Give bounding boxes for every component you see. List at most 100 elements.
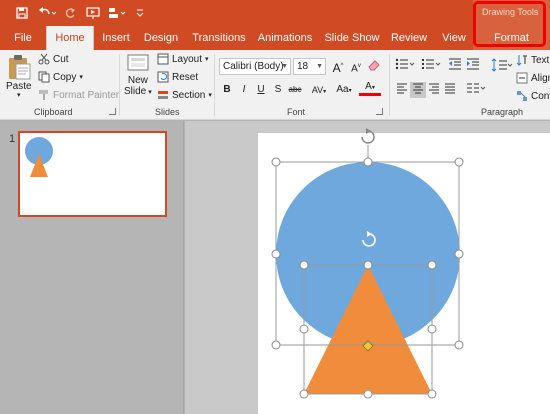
chevron-down-icon: ▾: [348, 88, 352, 94]
copy-button[interactable]: Copy ▾: [38, 71, 83, 83]
format-painter-button[interactable]: Format Painter: [38, 89, 119, 101]
font-size-value: 18: [297, 61, 309, 72]
align-center-icon: [413, 83, 423, 94]
text-direction-button[interactable]: Text: [516, 54, 549, 66]
align-text-icon: [516, 72, 528, 84]
justify-icon: [445, 83, 455, 94]
chevron-down-icon: ▾: [371, 85, 375, 91]
font-color-label: A: [365, 81, 372, 92]
font-name-combo[interactable]: Calibri (Body) ▼: [219, 58, 291, 75]
align-right-button[interactable]: [426, 82, 442, 98]
chevron-down-icon: ▾: [323, 89, 327, 95]
align-text-label: Align: [531, 72, 550, 84]
cut-label: Cut: [53, 53, 69, 65]
font-name-value: Calibri (Body): [223, 61, 284, 72]
justify-button[interactable]: [442, 82, 458, 98]
cut-button[interactable]: Cut: [38, 53, 69, 65]
decrease-indent-button[interactable]: [447, 58, 463, 74]
columns-icon: [467, 83, 486, 93]
strikethrough-button[interactable]: abc: [285, 82, 305, 98]
character-spacing-button[interactable]: AV▾: [306, 82, 332, 98]
underline-button[interactable]: U: [253, 82, 269, 98]
clipboard-launcher-icon[interactable]: [109, 108, 116, 115]
font-size-combo[interactable]: 18 ▼: [293, 58, 326, 75]
tab-file[interactable]: File: [6, 26, 40, 50]
convert-smartart-button[interactable]: Conv: [516, 90, 550, 102]
undo-icon[interactable]: [36, 3, 58, 23]
layout-icon: [157, 53, 169, 65]
tab-insert[interactable]: Insert: [97, 26, 135, 50]
smartart-icon: [517, 91, 527, 101]
align-left-icon: [397, 83, 407, 94]
shrink-font-button[interactable]: Av: [348, 58, 364, 74]
tab-review[interactable]: Review: [389, 26, 429, 50]
align-center-button[interactable]: [410, 82, 426, 98]
tab-animations[interactable]: Animations: [256, 26, 314, 50]
shrink-font-label: A: [351, 63, 358, 75]
tab-design[interactable]: Design: [142, 26, 180, 50]
arrange-icon[interactable]: [106, 3, 128, 23]
new-slide-label-1: New: [127, 75, 148, 86]
increase-indent-icon: [467, 58, 479, 70]
group-separator: [214, 54, 215, 116]
group-separator: [389, 54, 390, 116]
bullets-icon: [395, 58, 415, 70]
reset-button[interactable]: Reset: [157, 71, 198, 83]
align-text-button[interactable]: Align: [516, 72, 550, 84]
tab-transitions[interactable]: Transitions: [190, 26, 248, 50]
bold-button[interactable]: B: [219, 82, 235, 98]
customize-qat-icon[interactable]: [134, 3, 146, 23]
bullets-button[interactable]: [394, 58, 416, 74]
chevron-down-icon: ▼: [316, 63, 323, 70]
increase-indent-button[interactable]: [465, 58, 481, 74]
tab-home[interactable]: Home: [46, 26, 94, 50]
title-bar: Drawing Tools: [0, 0, 550, 26]
chevron-down-icon: ▼: [281, 63, 288, 70]
layout-button[interactable]: Layout ▾: [157, 53, 209, 65]
ribbon: Paste ▾ Cut Copy ▾ Format Painter Clipbo…: [0, 50, 550, 120]
paste-dropdown-icon: ▾: [17, 92, 21, 99]
tab-slide-show[interactable]: Slide Show: [322, 26, 382, 50]
start-from-beginning-icon[interactable]: [84, 3, 102, 23]
section-button[interactable]: Section ▾: [157, 89, 212, 101]
numbering-icon: [422, 59, 441, 69]
section-icon: [158, 91, 168, 99]
ribbon-tab-row: File Home Insert Design Transitions Anim…: [0, 26, 550, 50]
tab-view[interactable]: View: [438, 26, 470, 50]
new-slide-label-2-text: Slide: [124, 86, 147, 97]
font-launcher-icon[interactable]: [376, 108, 383, 115]
reset-label: Reset: [172, 71, 199, 83]
slides-group-label: Slides: [155, 107, 180, 117]
paste-button[interactable]: Paste ▾: [6, 54, 32, 99]
grow-font-label: A: [332, 61, 341, 75]
slide-thumbnail[interactable]: [18, 131, 167, 217]
clear-formatting-button[interactable]: [366, 58, 382, 74]
text-direction-icon: [516, 55, 527, 66]
align-left-button[interactable]: [394, 82, 410, 98]
numbering-button[interactable]: [420, 58, 442, 74]
shadow-button[interactable]: S: [270, 82, 286, 98]
change-case-button[interactable]: Aa▾: [333, 82, 355, 98]
slide-canvas[interactable]: [258, 133, 550, 414]
line-spacing-button[interactable]: [489, 58, 515, 74]
paragraph-group-label: Paragraph: [481, 107, 524, 117]
new-slide-button[interactable]: New Slide ▾: [124, 53, 152, 97]
section-dropdown-icon: ▾: [208, 92, 212, 99]
up-caret-icon: ^: [340, 63, 344, 69]
font-color-button[interactable]: A▾: [359, 80, 381, 96]
columns-button[interactable]: [465, 82, 487, 98]
down-caret-icon: v: [357, 63, 361, 69]
new-slide-icon: [127, 54, 149, 71]
group-separator: [119, 54, 120, 116]
decrease-indent-icon: [449, 58, 461, 70]
grow-font-button[interactable]: A^: [330, 58, 346, 75]
slide-thumbnail-preview: [25, 137, 53, 177]
text-direction-label: Text: [531, 54, 550, 66]
align-right-icon: [429, 83, 439, 94]
redo-icon[interactable]: [62, 3, 78, 23]
format-painter-icon: [39, 90, 48, 100]
copy-label: Copy: [53, 71, 77, 83]
save-icon[interactable]: [14, 3, 30, 23]
slide-number: 1: [9, 133, 16, 145]
italic-button[interactable]: I: [236, 82, 252, 98]
